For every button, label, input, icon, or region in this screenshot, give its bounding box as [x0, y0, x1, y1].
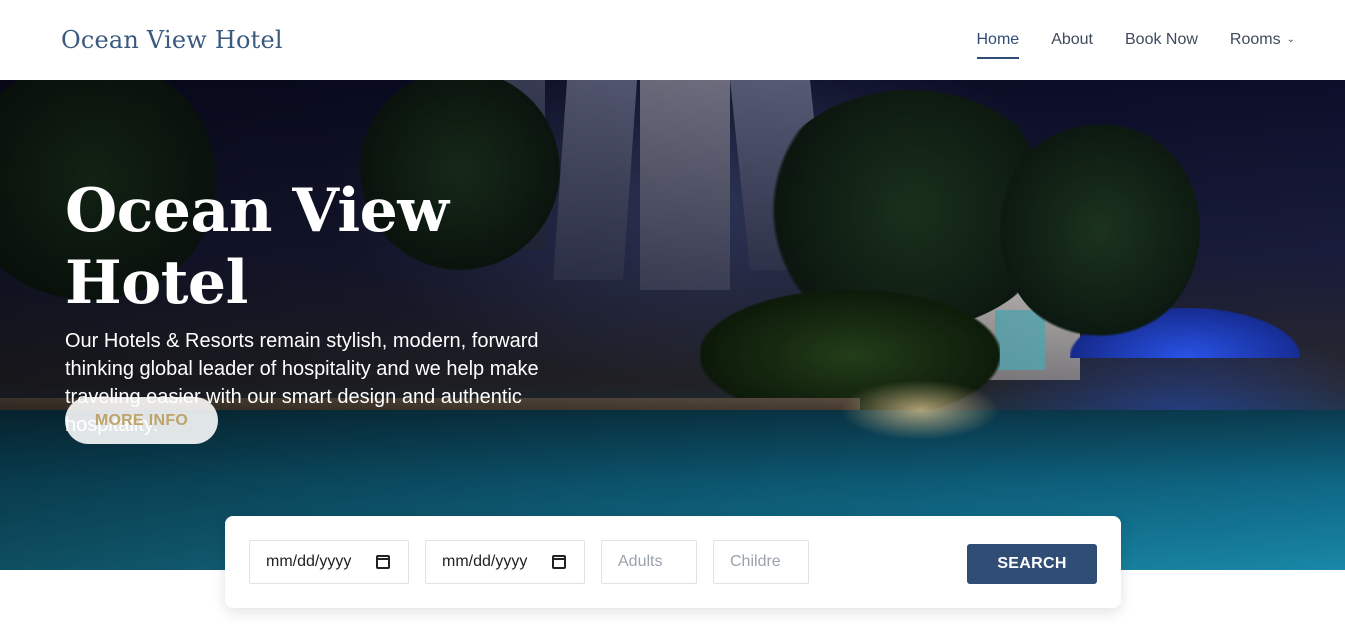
brand-logo[interactable]: Ocean View Hotel — [61, 26, 283, 54]
booking-search-bar: mm/dd/yyyy mm/dd/yyyy Adults Childre SEA… — [225, 516, 1121, 608]
adults-placeholder: Adults — [618, 553, 663, 570]
nav-home[interactable]: Home — [976, 21, 1019, 59]
chevron-down-icon: ⌄ — [1286, 34, 1295, 45]
hero-banner: Ocean View Hotel Our Hotels & Resorts re… — [0, 80, 1345, 570]
children-input[interactable]: Childre — [713, 540, 809, 584]
checkout-date-value: mm/dd/yyyy — [442, 553, 528, 570]
nav-rooms-label: Rooms — [1229, 31, 1281, 48]
children-placeholder: Childre — [730, 553, 781, 570]
nav-book-now[interactable]: Book Now — [1125, 21, 1198, 59]
more-info-button[interactable]: MORE INFO — [65, 397, 218, 444]
checkin-date-value: mm/dd/yyyy — [266, 553, 352, 570]
nav-about[interactable]: About — [1051, 21, 1093, 59]
hero-title: Ocean View Hotel — [65, 176, 449, 318]
checkin-date-input[interactable]: mm/dd/yyyy — [249, 540, 409, 584]
search-button[interactable]: SEARCH — [967, 544, 1097, 584]
nav-rooms[interactable]: Rooms ⌄ — [1230, 21, 1295, 59]
main-nav: Home About Book Now Rooms ⌄ — [976, 21, 1295, 59]
checkout-date-input[interactable]: mm/dd/yyyy — [425, 540, 585, 584]
adults-input[interactable]: Adults — [601, 540, 697, 584]
site-header: Ocean View Hotel Home About Book Now Roo… — [0, 0, 1345, 80]
calendar-icon[interactable] — [376, 555, 390, 569]
calendar-icon[interactable] — [552, 555, 566, 569]
